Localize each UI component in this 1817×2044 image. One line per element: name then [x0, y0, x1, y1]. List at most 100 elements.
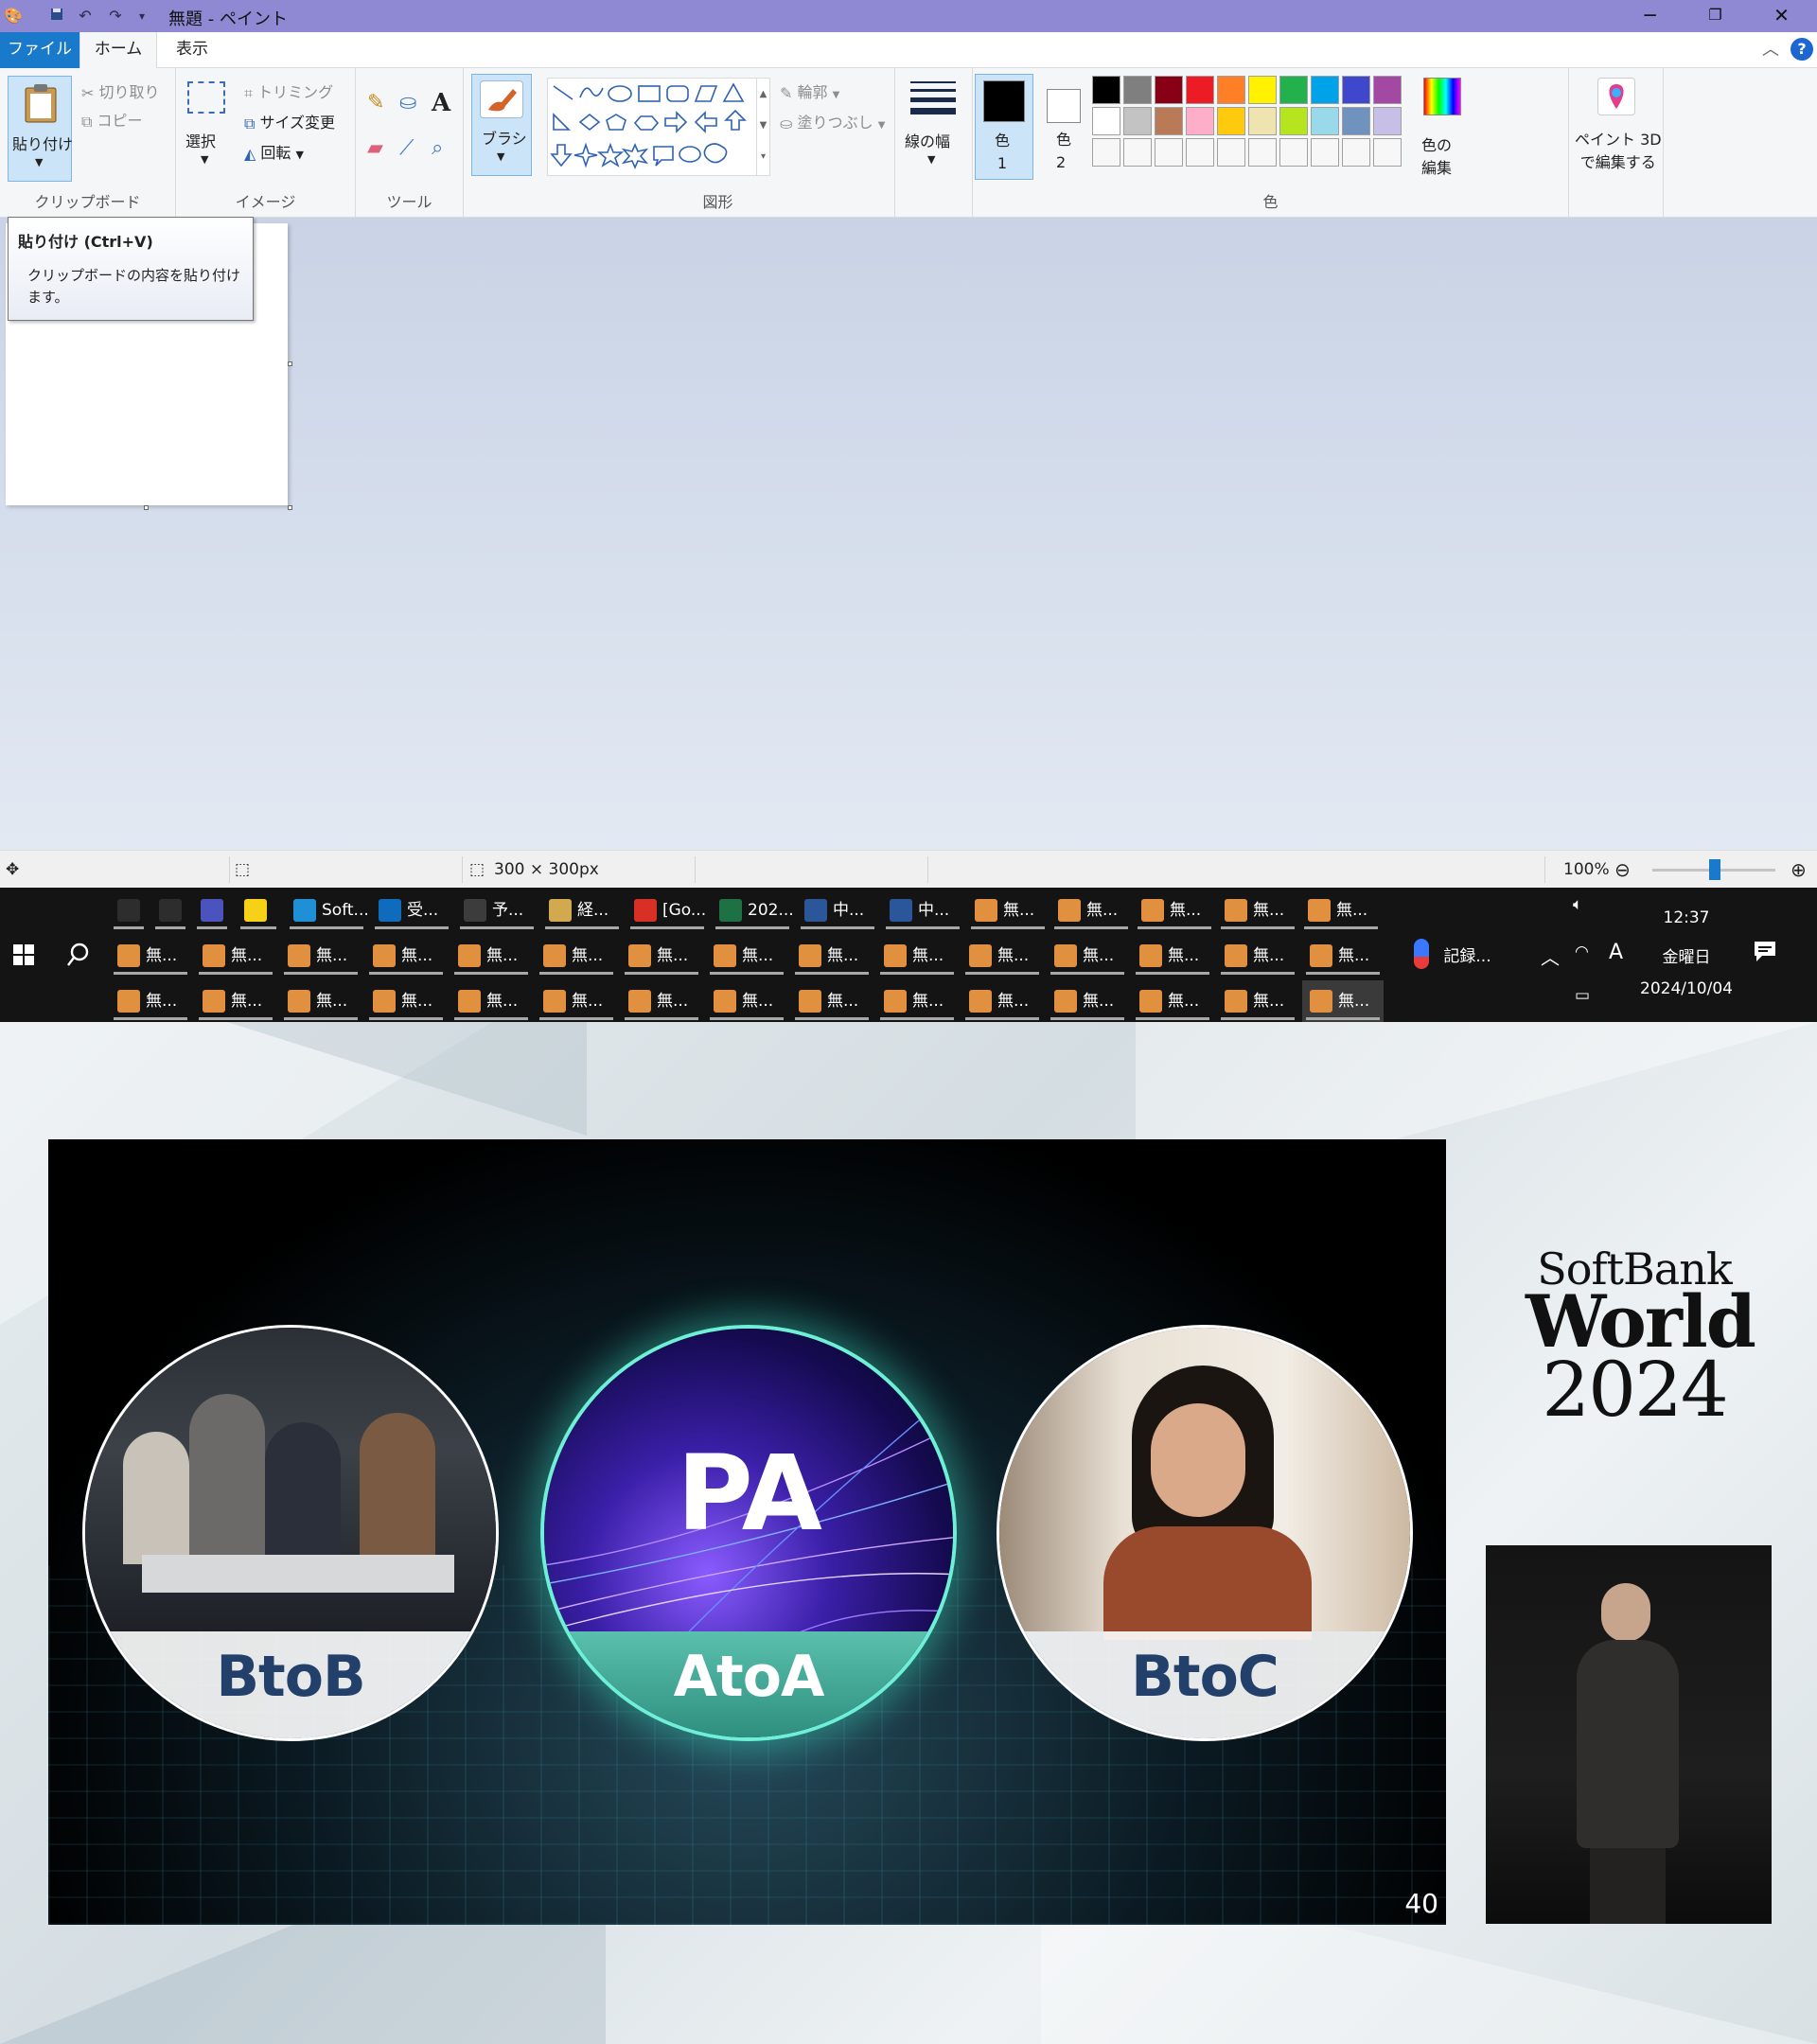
custom-color-slot[interactable] — [1123, 138, 1152, 167]
custom-color-slot[interactable] — [1342, 138, 1370, 167]
taskbar-item[interactable]: 無... — [621, 935, 702, 977]
taskbar-item[interactable]: 無... — [450, 980, 532, 1022]
palette-color-swatch[interactable] — [1123, 107, 1152, 135]
palette-color-swatch[interactable] — [1311, 107, 1339, 135]
eraser-icon[interactable]: ▰ — [367, 136, 383, 160]
taskbar-item[interactable]: 予... — [456, 890, 538, 931]
custom-color-slot[interactable] — [1155, 138, 1183, 167]
taskbar-item[interactable]: 無... — [791, 980, 873, 1022]
taskbar-item[interactable] — [110, 890, 148, 931]
custom-color-slot[interactable] — [1217, 138, 1245, 167]
taskbar-item[interactable]: 無... — [536, 935, 617, 977]
taskbar-item[interactable]: 無... — [1047, 980, 1128, 1022]
palette-color-swatch[interactable] — [1311, 76, 1339, 104]
custom-color-slot[interactable] — [1092, 138, 1120, 167]
taskbar-item[interactable]: 無... — [365, 935, 447, 977]
resize-handle-right[interactable] — [288, 361, 292, 366]
palette-color-swatch[interactable] — [1186, 76, 1214, 104]
shapes-gallery[interactable]: ▲ ▼ ▾ — [547, 78, 770, 176]
custom-color-slot[interactable] — [1311, 138, 1339, 167]
taskbar-item[interactable]: 無... — [365, 980, 447, 1022]
taskbar-item[interactable]: 無... — [1300, 890, 1382, 931]
taskbar-item[interactable]: 無... — [876, 935, 958, 977]
taskbar-item[interactable]: 無... — [621, 980, 702, 1022]
resize-handle-corner[interactable] — [288, 505, 292, 510]
palette-color-swatch[interactable] — [1092, 76, 1120, 104]
taskbar-item[interactable]: 無... — [110, 935, 191, 977]
palette-color-swatch[interactable] — [1186, 107, 1214, 135]
clock[interactable]: 12:37 金曜日 2024/10/04 — [1628, 888, 1745, 1022]
redo-icon[interactable]: ↷ — [104, 5, 127, 27]
taskbar-item[interactable]: 無... — [967, 890, 1049, 931]
taskbar-item[interactable]: 無... — [110, 980, 191, 1022]
palette-color-swatch[interactable] — [1279, 107, 1308, 135]
help-icon[interactable]: ? — [1791, 38, 1813, 61]
taskbar-item[interactable]: Soft... — [286, 890, 367, 931]
taskbar-item[interactable]: 無... — [1132, 980, 1213, 1022]
palette-color-swatch[interactable] — [1342, 76, 1370, 104]
custom-color-slot[interactable] — [1248, 138, 1277, 167]
tab-home[interactable]: ホーム — [79, 32, 157, 68]
taskbar-item[interactable] — [151, 890, 189, 931]
taskbar-item[interactable]: 無... — [1047, 935, 1128, 977]
network-icon[interactable]: ◠ — [1575, 943, 1589, 961]
palette-color-swatch[interactable] — [1217, 107, 1245, 135]
cut-button[interactable]: ✂ 切り取り — [81, 79, 160, 102]
custom-color-slot[interactable] — [1373, 138, 1402, 167]
palette-color-swatch[interactable] — [1092, 107, 1120, 135]
palette-color-swatch[interactable] — [1342, 107, 1370, 135]
taskbar-item[interactable]: 無... — [961, 935, 1043, 977]
taskbar-item[interactable]: 無... — [1217, 935, 1298, 977]
canvas-area[interactable] — [0, 218, 1817, 850]
palette-color-swatch[interactable] — [1373, 107, 1402, 135]
taskbar-item[interactable]: 無... — [1302, 935, 1384, 977]
crop-button[interactable]: ⌗ トリミング — [244, 79, 333, 103]
taskbar-item[interactable]: 無... — [876, 980, 958, 1022]
color2-button[interactable]: 色 2 — [1037, 74, 1092, 180]
magnifier-icon[interactable]: ⌕ — [432, 136, 443, 160]
taskbar-item[interactable]: 無... — [1134, 890, 1215, 931]
close-button[interactable]: ✕ — [1749, 0, 1814, 32]
ime-indicator[interactable]: A — [1609, 941, 1623, 964]
taskbar-item[interactable]: 無... — [1217, 980, 1298, 1022]
customize-qat-icon[interactable]: ▾ — [131, 5, 153, 27]
taskbar-item[interactable]: 経... — [541, 890, 623, 931]
show-hidden-icons-icon[interactable]: ︿ — [1541, 943, 1560, 970]
taskbar-item[interactable] — [237, 890, 280, 931]
taskbar-item[interactable]: 中... — [882, 890, 963, 931]
paint-app-icon[interactable]: 🎨 — [2, 5, 25, 27]
paint3d-button[interactable]: ペイント 3D で編集する — [1569, 76, 1664, 180]
resize-handle-bottom[interactable] — [144, 505, 149, 510]
taskbar-item[interactable]: 中... — [797, 890, 878, 931]
tab-file[interactable]: ファイル — [0, 32, 79, 68]
taskbar-item[interactable]: 無... — [280, 935, 362, 977]
taskbar-item[interactable]: 無... — [536, 980, 617, 1022]
paste-button[interactable]: 貼り付け ▼ — [8, 76, 73, 182]
search-button[interactable] — [59, 933, 100, 975]
size-button[interactable]: 線の幅 ▼ — [905, 78, 961, 182]
zoom-slider[interactable] — [1652, 859, 1775, 880]
tab-view[interactable]: 表示 — [163, 32, 221, 68]
edit-colors-button[interactable]: 色の 編集 — [1414, 76, 1471, 180]
taskbar-item[interactable]: 無... — [450, 935, 532, 977]
notification-center-button[interactable] — [1753, 939, 1787, 973]
palette-color-swatch[interactable] — [1217, 76, 1245, 104]
fill-bucket-icon[interactable]: ⛀ — [399, 91, 416, 115]
battery-icon[interactable]: ▭ — [1575, 986, 1590, 1005]
taskbar-item[interactable]: 無... — [195, 980, 276, 1022]
collapse-ribbon-icon[interactable]: ︿ — [1762, 36, 1779, 61]
zoom-in-icon[interactable]: ⊕ — [1791, 851, 1807, 889]
shapes-scroll[interactable]: ▲ ▼ ▾ — [756, 79, 769, 175]
resize-button[interactable]: ⧉ サイズ変更 — [244, 110, 335, 133]
taskbar-item[interactable]: 無... — [961, 980, 1043, 1022]
palette-color-swatch[interactable] — [1155, 107, 1183, 135]
taskbar-item[interactable]: 無... — [195, 935, 276, 977]
taskbar-item[interactable] — [193, 890, 231, 931]
taskbar-item[interactable]: 202... — [712, 890, 793, 931]
palette-color-swatch[interactable] — [1248, 107, 1277, 135]
color1-button[interactable]: 色 1 — [975, 74, 1033, 180]
custom-color-slot[interactable] — [1279, 138, 1308, 167]
copy-button[interactable]: ⧉ コピー — [81, 108, 143, 132]
taskbar-item[interactable]: 無... — [791, 935, 873, 977]
restore-button[interactable]: ❐ — [1683, 0, 1748, 32]
